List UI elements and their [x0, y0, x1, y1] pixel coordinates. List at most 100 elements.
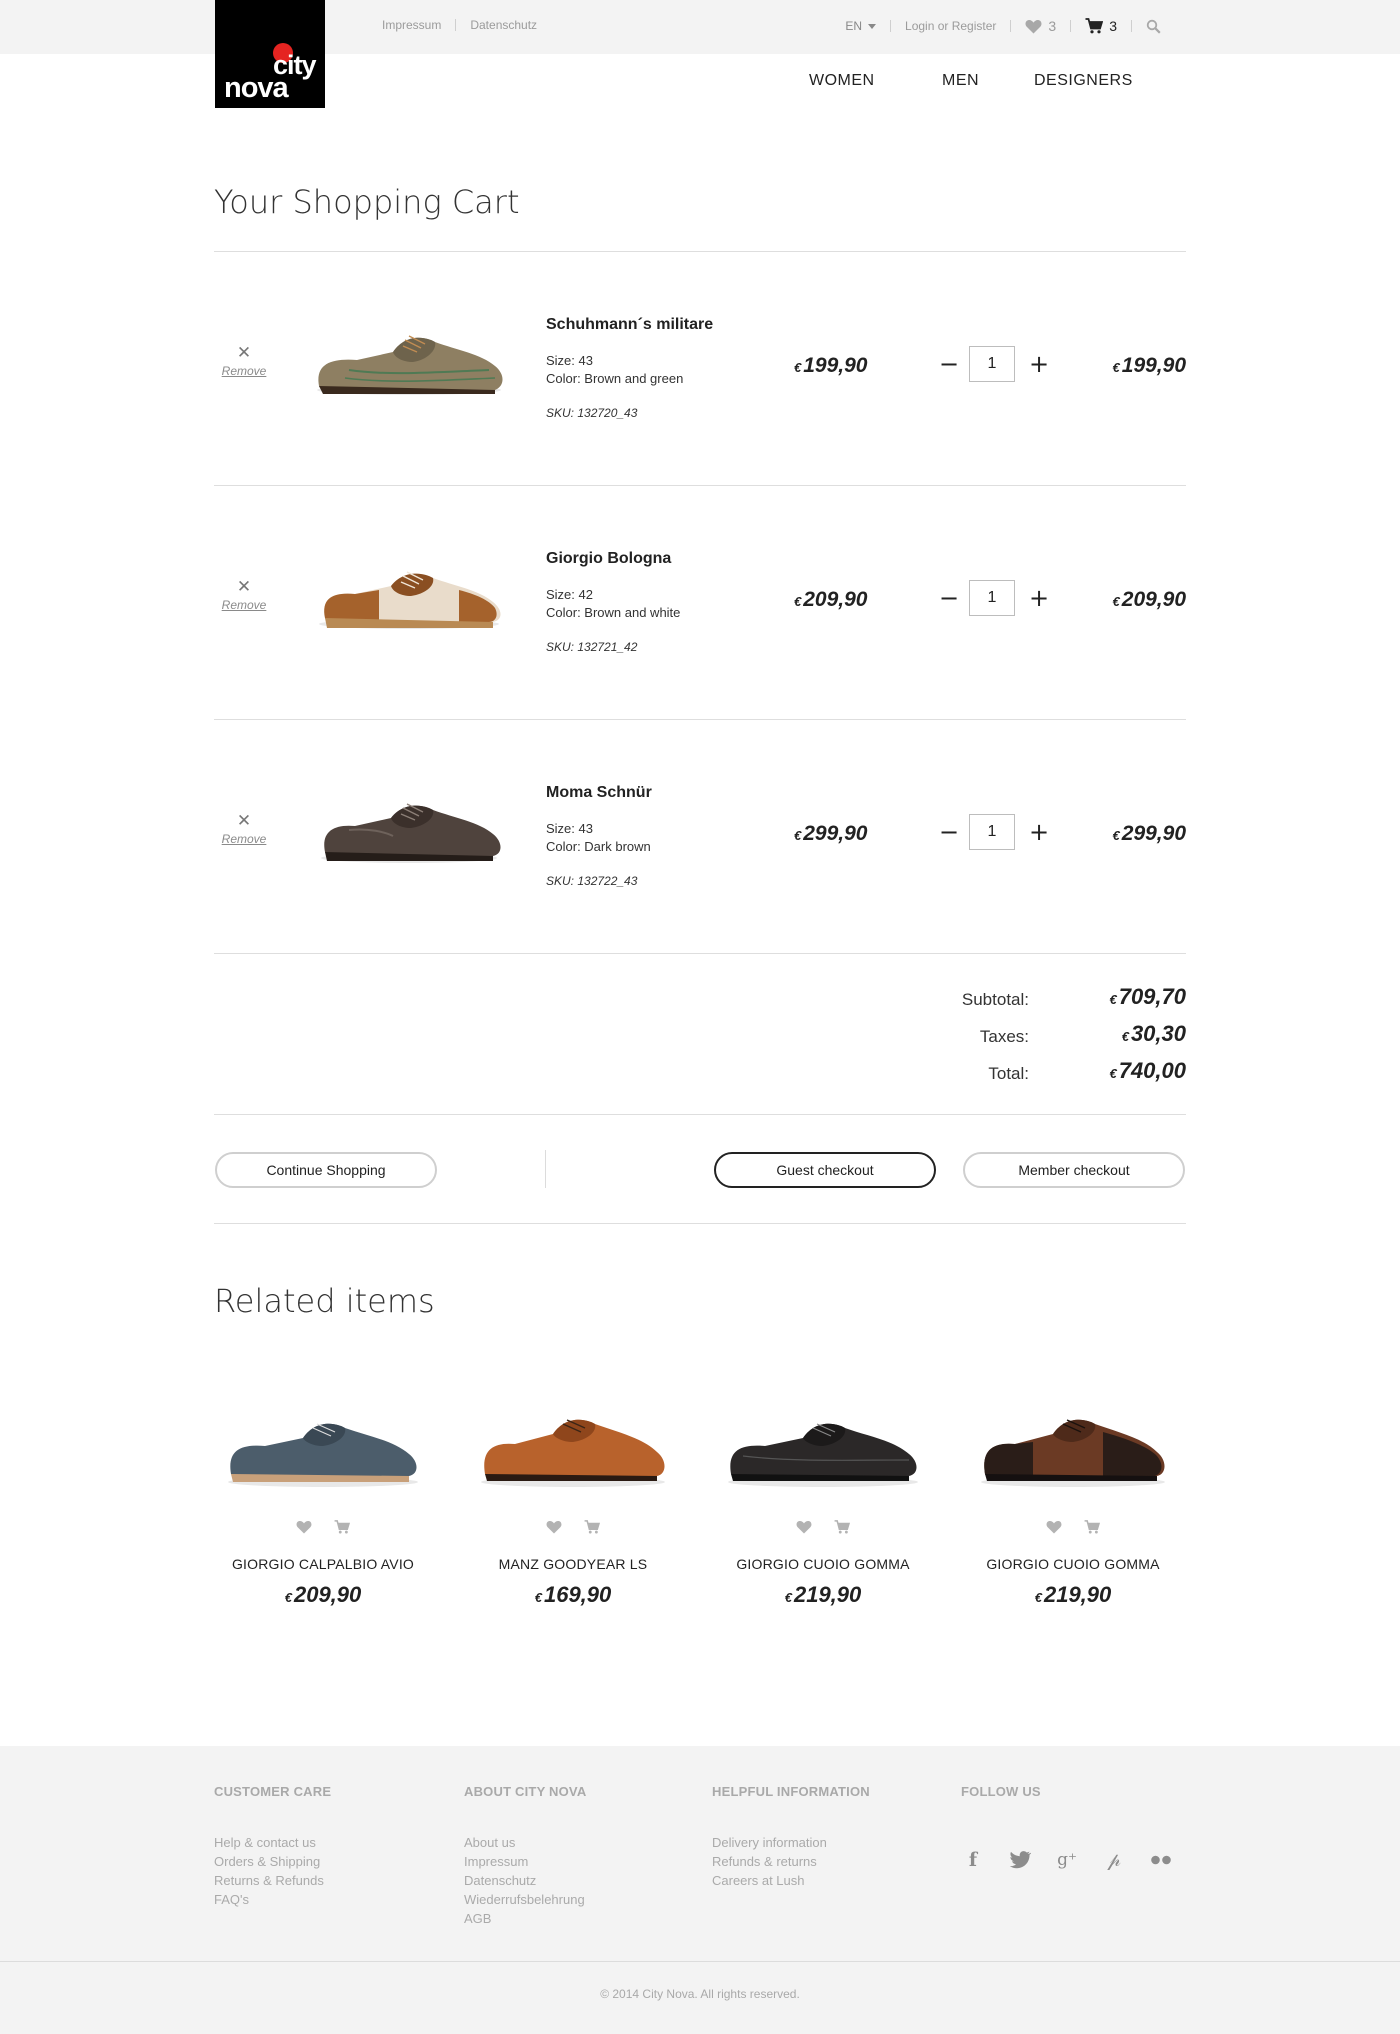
total-row: Total: €740,00 — [214, 1058, 1186, 1095]
increase-quantity-button[interactable]: + — [1029, 352, 1049, 376]
twitter-icon[interactable] — [1008, 1848, 1032, 1872]
increase-quantity-button[interactable]: + — [1029, 586, 1049, 610]
wishlist-button[interactable] — [1044, 1520, 1064, 1538]
related-item-name[interactable]: GIORGIO CUOIO GOMMA — [948, 1556, 1198, 1572]
add-to-cart-button[interactable] — [332, 1520, 352, 1538]
nav-women[interactable]: WOMEN — [809, 72, 875, 90]
product-image[interactable] — [213, 1370, 433, 1500]
datenschutz-link[interactable]: Datenschutz — [470, 18, 537, 32]
footer-link[interactable]: Wiederrufsbelehrung — [464, 1890, 586, 1909]
product-image[interactable] — [463, 1370, 683, 1500]
subtotal-amount: 709,70 — [1118, 984, 1186, 1009]
divider — [214, 953, 1186, 954]
related-title: Related items — [214, 1282, 435, 1320]
product-image[interactable] — [309, 524, 509, 644]
divider — [455, 19, 457, 31]
footer-link[interactable]: AGB — [464, 1909, 586, 1928]
copyright-text: © 2014 City Nova. All rights reserved. — [600, 1987, 800, 2001]
footer-link[interactable]: FAQ's — [214, 1890, 331, 1909]
footer-link[interactable]: Orders & Shipping — [214, 1852, 331, 1871]
quantity-input[interactable]: 1 — [969, 580, 1015, 616]
wishlist-count: 3 — [1048, 18, 1057, 34]
footer-link[interactable]: Careers at Lush — [712, 1871, 870, 1890]
remove-button[interactable]: ✕ Remove — [214, 344, 274, 380]
footer-link[interactable]: Help & contact us — [214, 1833, 331, 1852]
product-name[interactable]: Giorgio Bologna — [546, 550, 776, 568]
divider — [214, 1114, 1186, 1115]
product-image[interactable] — [309, 290, 509, 410]
increase-quantity-button[interactable]: + — [1029, 820, 1049, 844]
wishlist-button[interactable] — [294, 1520, 314, 1538]
product-sku: SKU: 132722_43 — [546, 874, 638, 888]
product-image[interactable] — [963, 1370, 1183, 1500]
city-nova-logo[interactable]: city nova — [215, 0, 325, 108]
wishlist-button[interactable] — [794, 1520, 814, 1538]
cart-icon — [834, 1520, 851, 1534]
currency-symbol: € — [794, 360, 802, 375]
login-register-link[interactable]: Login or Register — [905, 19, 996, 33]
footer-link[interactable]: Refunds & returns — [712, 1852, 870, 1871]
flickr-icon[interactable] — [1149, 1848, 1173, 1872]
related-item-name[interactable]: GIORGIO CUOIO GOMMA — [698, 1556, 948, 1572]
footer-heading: CUSTOMER CARE — [214, 1784, 332, 1799]
footer-link[interactable]: Datenschutz — [464, 1871, 586, 1890]
facebook-icon[interactable]: f — [961, 1848, 985, 1872]
quantity-input[interactable]: 1 — [969, 814, 1015, 850]
guest-checkout-button[interactable]: Guest checkout — [714, 1152, 936, 1188]
wishlist-button[interactable] — [544, 1520, 564, 1538]
wishlist-button[interactable]: 3 — [1025, 18, 1056, 34]
search-button[interactable] — [1146, 19, 1161, 34]
footer-link[interactable]: About us — [464, 1833, 586, 1852]
decrease-quantity-button[interactable]: − — [939, 586, 959, 610]
language-selector[interactable]: EN — [845, 19, 877, 33]
cart-icon — [334, 1520, 351, 1534]
cart-icon — [1085, 18, 1104, 34]
nav-designers[interactable]: DESIGNERS — [1034, 72, 1133, 90]
currency-symbol: € — [1109, 992, 1117, 1007]
add-to-cart-button[interactable] — [832, 1520, 852, 1538]
product-size: Size: 42 — [546, 587, 593, 602]
subtotal-value: €709,70 — [1109, 984, 1186, 1010]
close-icon: ✕ — [236, 577, 252, 596]
currency-symbol: € — [1112, 828, 1120, 843]
cart-title: Your Shopping Cart — [214, 183, 520, 221]
close-icon: ✕ — [236, 811, 252, 830]
footer-column-helpful-information: HELPFUL INFORMATION Delivery information… — [712, 1784, 870, 1890]
continue-shopping-button[interactable]: Continue Shopping — [215, 1152, 437, 1188]
remove-button[interactable]: ✕ Remove — [214, 578, 274, 614]
related-actions — [448, 1520, 698, 1538]
member-checkout-button[interactable]: Member checkout — [963, 1152, 1185, 1188]
related-item-name[interactable]: MANZ GOODYEAR LS — [448, 1556, 698, 1572]
quantity-input[interactable]: 1 — [969, 346, 1015, 382]
impressum-link[interactable]: Impressum — [382, 18, 441, 32]
related-actions — [698, 1520, 948, 1538]
related-item-name[interactable]: GIORGIO CALPALBIO AVIO — [198, 1556, 448, 1572]
decrease-quantity-button[interactable]: − — [939, 352, 959, 376]
remove-button[interactable]: ✕ Remove — [214, 812, 274, 848]
cart-item: ✕ Remove Giorgio Bologna Size: 42 Color:… — [214, 486, 1186, 720]
nav-men[interactable]: MEN — [942, 72, 979, 90]
decrease-quantity-button[interactable]: − — [939, 820, 959, 844]
heart-icon — [546, 1520, 562, 1534]
line-total-value: 209,90 — [1121, 588, 1186, 611]
taxes-value: €30,30 — [1122, 1021, 1186, 1047]
pinterest-icon[interactable]: 𝓅 — [1102, 1848, 1126, 1872]
product-image[interactable] — [309, 758, 509, 878]
add-to-cart-button[interactable] — [1082, 1520, 1102, 1538]
footer-link[interactable]: Returns & Refunds — [214, 1871, 331, 1890]
related-item-price: €219,90 — [948, 1582, 1198, 1608]
footer-link[interactable]: Impressum — [464, 1852, 586, 1871]
product-name[interactable]: Schuhmann´s militare — [546, 316, 776, 334]
top-bar: Impressum Datenschutz EN Login or Regist… — [0, 0, 1400, 54]
product-name[interactable]: Moma Schnür — [546, 784, 776, 802]
google-plus-icon[interactable]: g⁺ — [1055, 1848, 1079, 1872]
heart-icon — [1025, 19, 1042, 33]
product-info: Schuhmann´s militare Size: 43 Color: Bro… — [546, 316, 776, 420]
footer: CUSTOMER CARE Help & contact us Orders &… — [0, 1746, 1400, 2034]
line-total: €299,90 — [1113, 822, 1186, 846]
footer-link[interactable]: Delivery information — [712, 1833, 870, 1852]
taxes-label: Taxes: — [979, 1027, 1029, 1046]
cart-button[interactable]: 3 — [1085, 18, 1117, 34]
product-image[interactable] — [713, 1370, 933, 1500]
add-to-cart-button[interactable] — [582, 1520, 602, 1538]
